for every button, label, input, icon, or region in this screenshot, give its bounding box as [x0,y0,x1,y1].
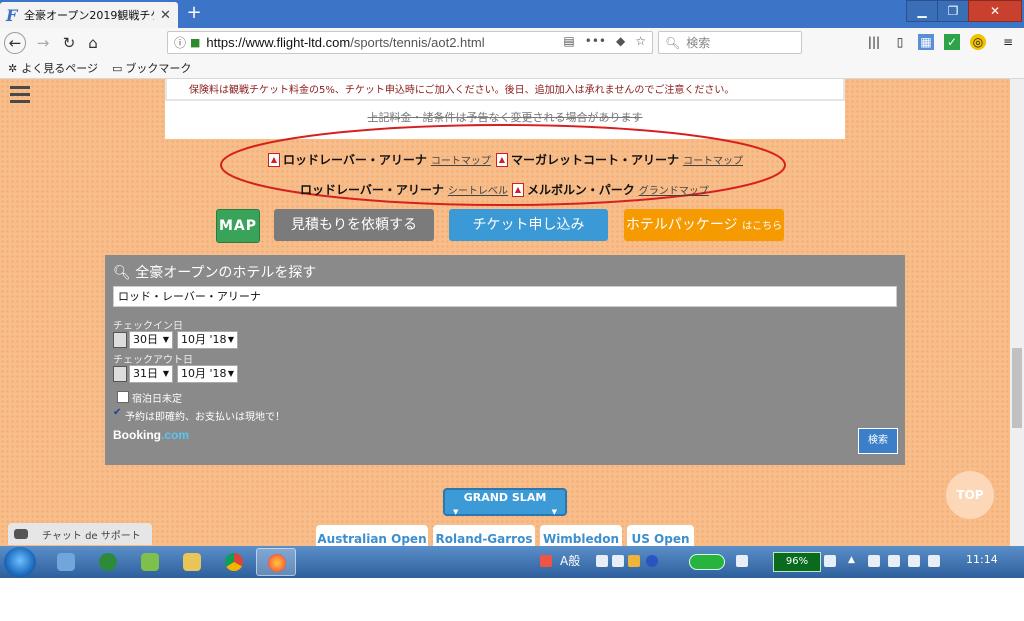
maximize-icon[interactable]: ❐ [937,0,969,22]
calendar-icon[interactable] [113,332,127,348]
scrollbar[interactable] [1010,79,1024,546]
ticket-apply-button[interactable]: チケット申し込み [449,209,608,241]
checkout-month-select[interactable]: 10月 '18 ▼ [177,365,238,383]
folder-icon: ▭ [112,61,123,75]
taskbar-app-firefox[interactable] [256,548,296,576]
search-placeholder: 検索 [686,36,711,50]
hotel-package-sublabel: はこちら [742,221,783,232]
chat-support-button[interactable]: チャット de サポート [8,523,152,545]
tray-app-icon[interactable] [888,555,900,567]
status-indicator [689,554,725,570]
tray-app-icon[interactable] [596,555,608,567]
battery-level: 96% [773,552,821,572]
link-rod-laver-seat-level[interactable]: ロッドレーバー・アリーナ シートレベル [300,181,508,198]
grand-slam-banner: GRAND SLAM ▼ ▼ [443,488,567,516]
checkin-label: チェックイン日 [113,321,183,332]
back-icon[interactable]: ← [4,32,26,54]
instant-booking-label: 予約は即確約、お支払いは現地で！ [125,412,285,423]
search-icon: 🔍︎ [665,35,681,50]
checkout-label: チェックアウト日 [113,355,193,366]
reader-view-icon[interactable]: ▤ [563,34,574,48]
tray-app-icon[interactable] [612,555,624,567]
new-tab-icon[interactable]: + [184,4,204,24]
hotel-package-label: ホテルパッケージ [625,217,738,233]
hotel-search-panel: 🔍︎ 全豪オープンのホテルを探す ロッド・レーバー・アリーナ チェックイン日 3… [105,255,905,465]
checkin-day-select[interactable]: 30日 ▼ [129,331,173,349]
clock[interactable]: 11:14 [966,553,998,566]
hotel-package-button[interactable]: ホテルパッケージ はこちら [624,209,784,241]
power-icon[interactable] [824,555,836,567]
gear-icon: ✲ [8,61,18,75]
address-bar[interactable]: ⓘ ■ https://www.flight-ltd.com/sports/te… [167,31,653,54]
taskbar-app-thunderbird[interactable] [46,548,86,576]
sidebar-icon[interactable]: ▯ [892,34,908,50]
tray-app-icon[interactable] [540,555,552,567]
library-icon[interactable]: ||| [866,34,882,50]
forward-icon[interactable]: → [32,32,54,54]
chat-bubble-icon [14,529,28,539]
site-favicon-icon: F [6,5,18,25]
tab-title: 全豪オープン2019観戦チケット [24,9,154,22]
taskbar-app-explorer[interactable] [172,548,212,576]
taskbar-app-globe[interactable] [88,548,128,576]
close-tab-icon[interactable]: ✕ [160,8,171,23]
link-rod-laver-court-map[interactable]: ▲ ロッドレーバー・アリーナ コートマップ [268,151,491,168]
calendar-icon[interactable] [113,366,127,382]
help-icon[interactable] [646,555,658,567]
tray-app-icon[interactable] [628,555,640,567]
bookmark-folder[interactable]: ブックマーク [125,60,191,76]
estimate-button[interactable]: 見積もりを依頼する [274,209,434,241]
url-text: https://www.flight-ltd.com/sports/tennis… [206,35,485,50]
link-margaret-court-map[interactable]: ▲ マーガレットコート・アリーナ コートマップ [496,151,743,168]
search-input[interactable]: 🔍︎ 検索 [658,31,802,54]
page-actions-icon[interactable]: ••• [585,34,606,48]
undecided-checkbox[interactable] [117,391,129,403]
destination-input[interactable]: ロッド・レーバー・アリーナ [113,286,897,307]
menu-icon[interactable]: ≡ [1000,34,1016,50]
page-info-icon[interactable]: ⓘ [174,34,186,51]
bookmarks-bar: ✲ よく見るページ ▭ ブックマーク [0,58,1024,79]
reload-icon[interactable]: ↻ [58,32,80,54]
network-icon[interactable] [736,555,748,567]
checkin-month-select[interactable]: 10月 '18 ▼ [177,331,238,349]
checkout-day-select[interactable]: 31日 ▼ [129,365,173,383]
checkmark-icon: ✔ [113,407,122,418]
scrollbar-thumb[interactable] [1012,348,1022,428]
hotel-search-title: 🔍︎ 全豪オープンのホテルを探す [113,265,317,281]
link-melbourne-park-ground-map[interactable]: ▲ メルボルン・パーク グランドマップ [512,181,709,198]
hamburger-menu-icon[interactable] [10,86,30,104]
pdf-icon: ▲ [512,182,524,197]
start-button-icon[interactable] [4,547,36,577]
extension-icon[interactable]: ▦ [918,34,934,50]
bookmark-frequent[interactable]: よく見るページ [21,60,98,76]
home-icon[interactable]: ⌂ [82,32,104,54]
bookmark-star-icon[interactable]: ☆ [635,34,646,48]
browser-tab[interactable]: F 全豪オープン2019観戦チケット ✕ [0,2,178,28]
extension-circle-icon[interactable]: ◎ [970,34,986,50]
pocket-icon[interactable]: ◆ [616,34,625,48]
taskbar-app-chrome[interactable] [214,548,254,576]
close-icon[interactable]: ✕ [968,0,1022,22]
back-to-top-button[interactable]: TOP [946,471,994,519]
ime-indicator-icon[interactable]: A般 [560,552,580,569]
minimize-icon[interactable]: ▁ [906,0,938,22]
hotel-search-button[interactable]: 検索 [858,428,898,454]
show-hidden-icons[interactable]: ▲ [848,555,855,565]
pdf-icon: ▲ [496,152,508,167]
check-extension-icon[interactable]: ✓ [944,34,960,50]
blank-area [0,578,1024,621]
taskbar-app-chart[interactable] [130,548,170,576]
pdf-icon: ▲ [268,152,280,167]
undecided-label: 宿泊日未定 [132,394,182,405]
insurance-note: 保険料は観戦チケット料金の5%、チケット申込時にご加入ください。後日、追加加入は… [165,79,845,101]
magnifier-icon: 🔍︎ [113,265,131,281]
lock-icon: ■ [190,36,201,49]
system-tray: A般 96% ▲ 11:14 [536,549,1016,575]
display-icon[interactable] [908,555,920,567]
map-button[interactable]: MAP [216,209,260,243]
booking-logo: Booking.com [113,428,190,442]
tray-app-icon[interactable] [868,555,880,567]
volume-icon[interactable] [928,555,940,567]
